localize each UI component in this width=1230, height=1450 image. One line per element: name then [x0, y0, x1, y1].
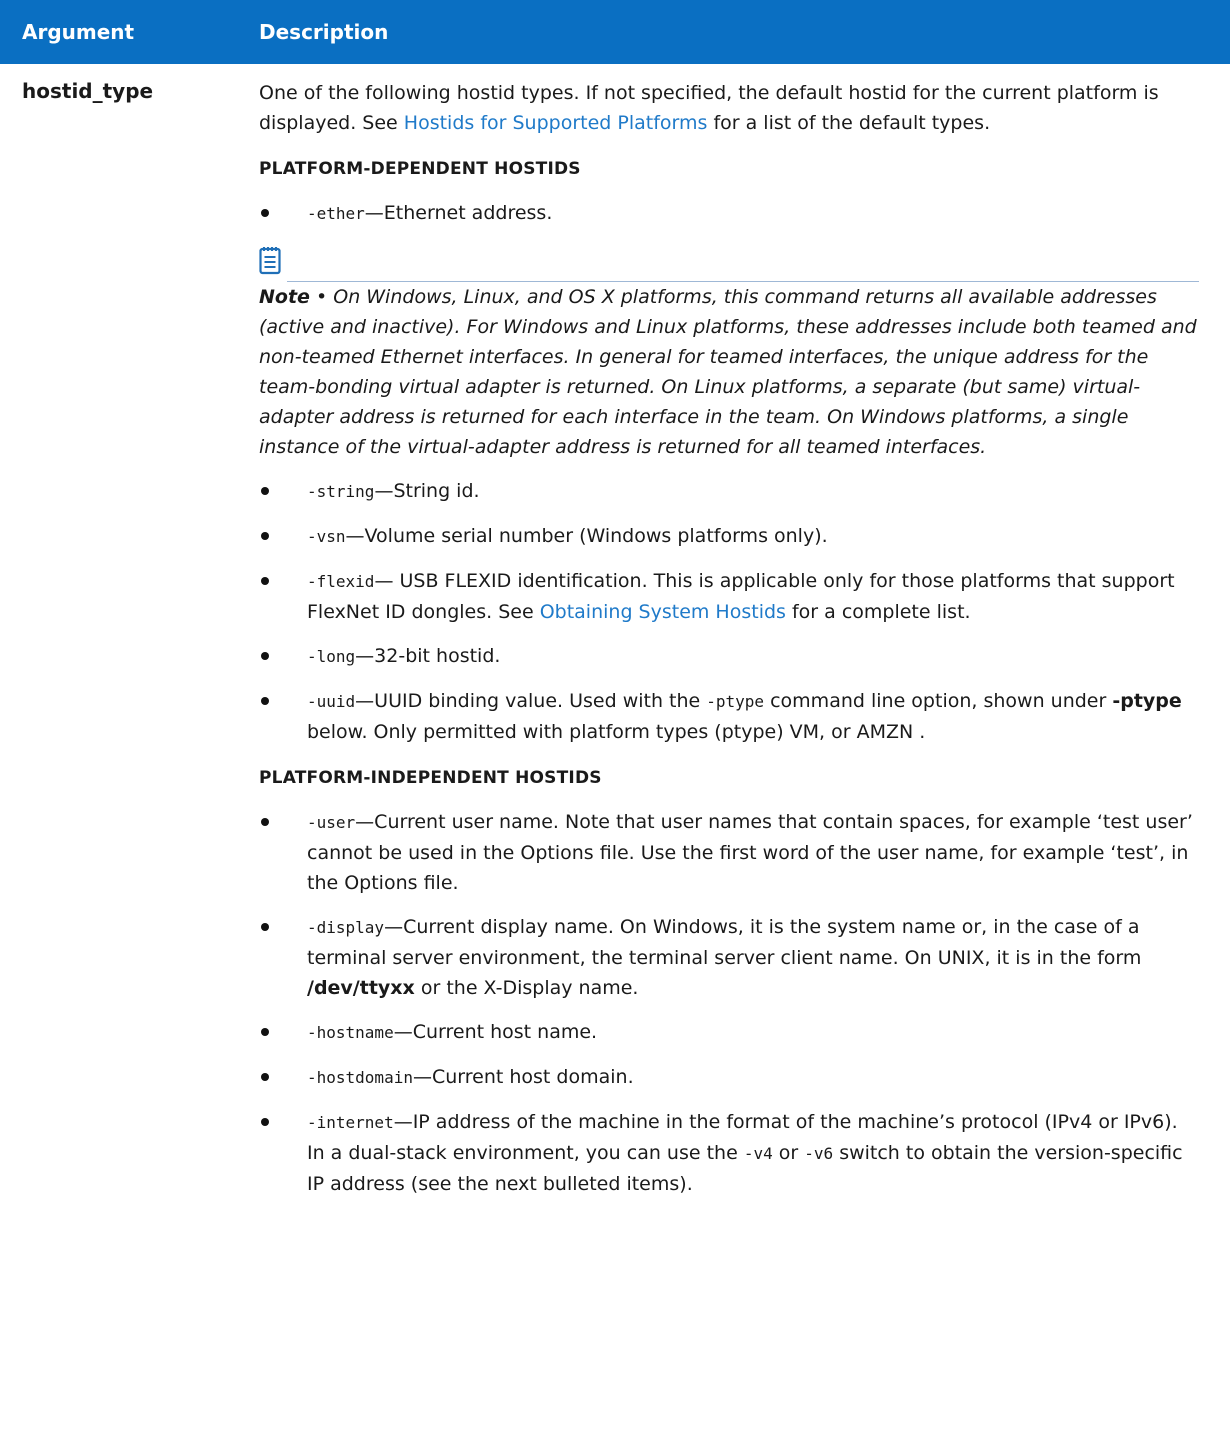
item-text: —Current display name. On Windows, it is… [307, 916, 1142, 969]
list-item-internet: -internet—IP address of the machine in t… [259, 1107, 1199, 1199]
intro-text-post: for a list of the default types. [707, 112, 991, 134]
code-hostname: -hostname [307, 1023, 394, 1042]
code-long: -long [307, 647, 356, 666]
bold-ptype: -ptype [1112, 690, 1182, 712]
code-internet: -internet [307, 1113, 394, 1132]
item-text: below. Only permitted with platform type… [307, 721, 926, 743]
bullet-icon [261, 697, 269, 705]
bullet-icon [261, 532, 269, 540]
note-label: Note [259, 286, 310, 308]
argument-name: hostid_type [22, 79, 154, 103]
note-icon [259, 245, 1199, 275]
note-paragraph: Note • On Windows, Linux, and OS X platf… [259, 282, 1199, 462]
item-text: —Current user name. Note that user names… [307, 811, 1193, 894]
code-user: -user [307, 813, 356, 832]
code-display: -display [307, 918, 385, 937]
item-text-post: for a complete list. [785, 601, 971, 623]
header-description: Description [259, 20, 389, 44]
list-item-vsn: -vsn—Volume serial number (Windows platf… [259, 521, 1199, 552]
hostids-platforms-link[interactable]: Hostids for Supported Platforms [404, 112, 708, 134]
independent-list: -user—Current user name. Note that user … [259, 807, 1199, 1199]
item-text: or [772, 1142, 805, 1164]
intro-paragraph: One of the following hostid types. If no… [259, 78, 1199, 138]
code-vsn: -vsn [307, 527, 346, 546]
code-ptype: -ptype [706, 692, 765, 711]
item-text: —Current host domain. [412, 1066, 634, 1088]
obtaining-hostids-link[interactable]: Obtaining System Hostids [540, 601, 786, 623]
table-header: Argument Description [0, 0, 1230, 64]
item-text: —Volume serial number (Windows platforms… [345, 525, 828, 547]
doc-page: Argument Description hostid_type One of … [0, 0, 1230, 1450]
header-argument: Argument [22, 20, 135, 44]
bullet-icon [261, 1028, 269, 1036]
code-uuid: -uuid [307, 692, 356, 711]
item-text: —Current host name. [393, 1021, 598, 1043]
bullet-icon [261, 487, 269, 495]
description-cell: One of the following hostid types. If no… [259, 78, 1199, 1199]
bullet-icon [261, 818, 269, 826]
list-item-string: -string—String id. [259, 476, 1199, 507]
section-platform-dependent: PLATFORM-DEPENDENT HOSTIDS [259, 159, 581, 179]
dependent-list-a: -ether—Ethernet address. [259, 198, 1199, 229]
bold-dev-ttyxx: /dev/ttyxx [307, 977, 415, 999]
bullet-icon [261, 209, 269, 217]
code-string: -string [307, 482, 375, 501]
bullet-icon [261, 1073, 269, 1081]
list-item-uuid: -uuid—UUID binding value. Used with the … [259, 686, 1199, 747]
list-item-user: -user—Current user name. Note that user … [259, 807, 1199, 898]
dependent-list-b: -string—String id. -vsn—Volume serial nu… [259, 476, 1199, 747]
item-text: —UUID binding value. Used with the [355, 690, 707, 712]
code-hostdomain: -hostdomain [307, 1068, 413, 1087]
section-platform-independent: PLATFORM-INDEPENDENT HOSTIDS [259, 768, 602, 788]
item-text: —32-bit hostid. [355, 645, 501, 667]
code-v6: -v6 [804, 1144, 834, 1163]
item-text: —String id. [374, 480, 480, 502]
list-item-display: -display—Current display name. On Window… [259, 912, 1199, 1003]
bullet-icon [261, 652, 269, 660]
item-text-post: or the X-Display name. [414, 977, 639, 999]
code-flexid: -flexid [307, 572, 375, 591]
list-item-long: -long—32-bit hostid. [259, 641, 1199, 672]
bullet-icon [261, 1118, 269, 1126]
item-text: command line option, shown under [764, 690, 1113, 712]
list-item-ether: -ether—Ethernet address. [259, 198, 1199, 229]
item-text: —Ethernet address. [364, 202, 553, 224]
list-item-hostdomain: -hostdomain—Current host domain. [259, 1062, 1199, 1093]
code-ether: -ether [307, 204, 365, 223]
list-item-hostname: -hostname—Current host name. [259, 1017, 1199, 1048]
code-v4: -v4 [743, 1144, 773, 1163]
note-separator: • [309, 286, 334, 308]
note-text: On Windows, Linux, and OS X platforms, t… [259, 286, 1197, 458]
bullet-icon [261, 923, 269, 931]
bullet-icon [261, 577, 269, 585]
list-item-flexid: -flexid— USB FLEXID identification. This… [259, 566, 1199, 627]
